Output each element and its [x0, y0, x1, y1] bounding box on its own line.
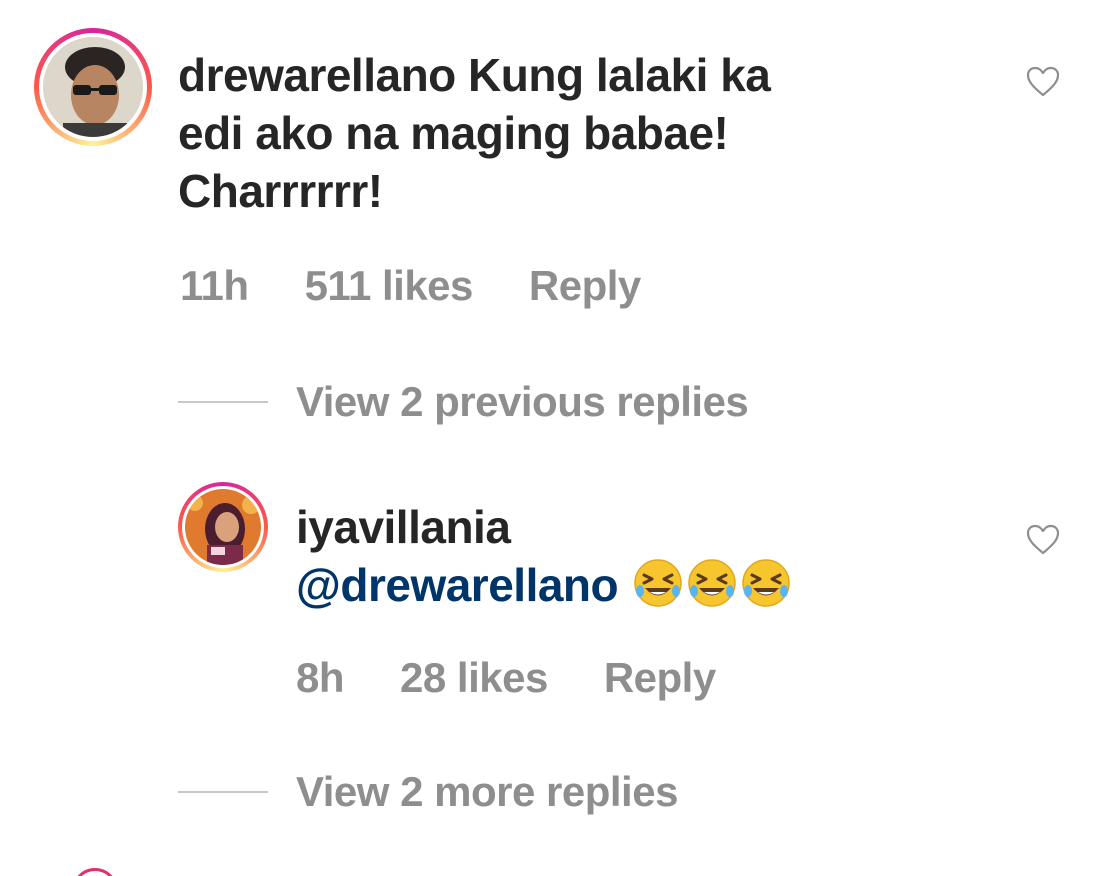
view-previous-replies-label[interactable]: View 2 previous replies: [296, 378, 749, 426]
avatar-photo-icon: [185, 489, 261, 565]
comment-text: drewarellano Kung lalaki ka edi ako na m…: [178, 46, 938, 220]
reply-username[interactable]: iyavillania: [296, 498, 996, 556]
rolling-laughing-emoji-icon: [742, 559, 791, 607]
avatar-photo-icon: [43, 37, 143, 137]
view-more-replies[interactable]: View 2 more replies: [178, 768, 678, 816]
rolling-laughing-emoji-icon: [688, 559, 737, 607]
comment-meta: 11h 511 likes Reply: [180, 262, 641, 310]
comment-text-line: edi ako na maging babae!: [178, 107, 729, 159]
reply-likes[interactable]: 28 likes: [400, 654, 548, 702]
reply-meta: 8h 28 likes Reply: [296, 654, 716, 702]
rolling-laughing-emoji-icon: [634, 559, 683, 607]
avatar-iyavillania[interactable]: [178, 482, 268, 572]
heart-icon[interactable]: [1026, 524, 1060, 556]
reply-text: iyavillania @drewarellano: [296, 498, 996, 614]
replies-divider: [178, 791, 268, 793]
comment-text-line: Kung lalaki ka: [455, 49, 771, 101]
reply-button[interactable]: Reply: [529, 262, 641, 310]
avatar-drewarellano[interactable]: [34, 28, 152, 146]
replies-divider: [178, 401, 268, 403]
reply-time: 8h: [296, 654, 345, 701]
next-comment-avatar[interactable]: [72, 868, 118, 876]
reply-button[interactable]: Reply: [604, 654, 716, 702]
comment-username[interactable]: drewarellano: [178, 49, 456, 101]
heart-icon[interactable]: [1026, 66, 1060, 98]
comment-text-line: Charrrrrr!: [178, 165, 383, 217]
view-more-replies-label[interactable]: View 2 more replies: [296, 768, 678, 816]
mention-link[interactable]: @drewarellano: [296, 559, 619, 611]
view-previous-replies[interactable]: View 2 previous replies: [178, 378, 749, 426]
comment-time: 11h: [180, 262, 249, 309]
comment-likes[interactable]: 511 likes: [305, 262, 474, 310]
